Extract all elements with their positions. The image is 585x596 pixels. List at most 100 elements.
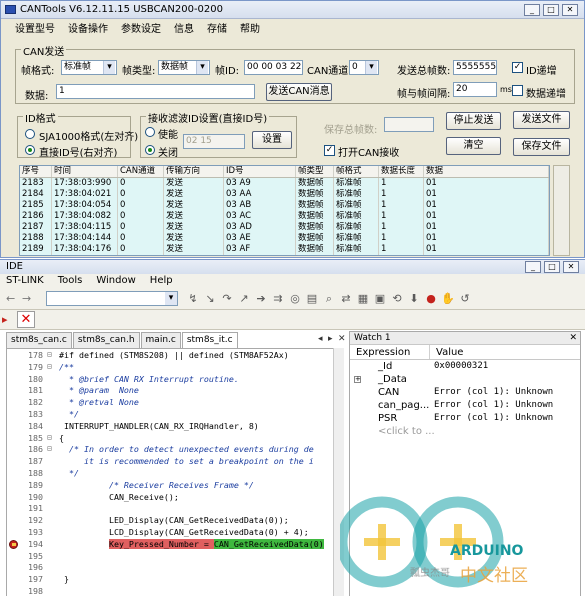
menu-item-storage[interactable]: 存储 xyxy=(207,20,227,35)
step-over-icon[interactable]: ↷ xyxy=(220,292,234,306)
watch-row[interactable]: _Id 0x00000321 xyxy=(350,360,580,373)
break-icon[interactable]: ✋ xyxy=(441,292,455,306)
data-increment-checkbox[interactable] xyxy=(512,85,523,96)
tab-stm8s-can-c[interactable]: stm8s_can.c xyxy=(6,332,72,348)
table-row[interactable]: 2189 17:38:04:176 0 发送 03 AF 数据帧 标准帧 1 01 xyxy=(20,244,549,255)
reset-icon[interactable]: ↺ xyxy=(458,292,472,306)
menu-item-help[interactable]: 帮助 xyxy=(240,20,260,35)
sja1000-format-radio[interactable] xyxy=(25,129,35,139)
watch-icon[interactable]: ◎ xyxy=(288,292,302,306)
menu-item-info[interactable]: 信息 xyxy=(174,20,194,35)
search-icon[interactable]: ⌕ xyxy=(322,292,336,306)
table-header-cell[interactable]: 序号 xyxy=(20,166,52,177)
tab-scroll-right-icon[interactable]: ▸ xyxy=(328,334,333,344)
filter-enable-radio[interactable] xyxy=(145,127,155,137)
fold-toggle-icon[interactable]: ⊟ xyxy=(47,349,57,362)
fold-toggle-icon[interactable]: ⊟ xyxy=(47,443,57,456)
table-row[interactable]: 219017:38:04:2090发送03 B0数据帧标准帧101 xyxy=(20,255,549,256)
open-can-receive-checkbox[interactable]: ✓ xyxy=(324,145,335,156)
back-icon[interactable]: ← xyxy=(6,292,15,305)
memory-icon[interactable]: ▤ xyxy=(305,292,319,306)
fold-toggle-icon[interactable]: ⊟ xyxy=(47,361,57,374)
arrow-icon[interactable]: ▸ xyxy=(2,311,14,328)
tab-main-c[interactable]: main.c xyxy=(140,332,181,348)
code-editor[interactable]: 178 ⊟ #if defined (STM8S208) || defined (S… xyxy=(6,348,344,596)
watch-row[interactable]: can_pag... Error (col 1): Unknown xyxy=(350,399,580,412)
expand-icon[interactable]: + xyxy=(354,376,361,383)
table-header-cell[interactable]: 数据长度 xyxy=(379,166,424,177)
filter-close-radio[interactable] xyxy=(145,145,155,155)
menu-item-tools[interactable]: Tools xyxy=(58,274,83,288)
stop-send-button[interactable]: 停止发送 xyxy=(446,112,501,130)
filter-id-input[interactable]: 02 15 xyxy=(183,134,245,149)
table-header-cell[interactable]: CAN通道 xyxy=(118,166,164,177)
step-into-icon[interactable]: ↘ xyxy=(203,292,217,306)
frame-id-input[interactable]: 00 00 03 22 xyxy=(244,60,303,75)
save-file-button[interactable]: 保存文件 xyxy=(513,138,570,156)
close-icon[interactable]: ✕ xyxy=(562,4,578,16)
table-header-cell[interactable]: 数据 xyxy=(424,166,549,177)
table-header-cell[interactable]: 帧格式 xyxy=(334,166,379,177)
download-icon[interactable]: ⬇ xyxy=(407,292,421,306)
code-scrollbar[interactable] xyxy=(333,348,344,596)
table-header-cell[interactable]: 时间 xyxy=(52,166,118,177)
tab-scroll-left-icon[interactable]: ◂ xyxy=(318,334,323,344)
step-icon[interactable]: ↯ xyxy=(186,292,200,306)
rebuild-icon[interactable]: ⟲ xyxy=(390,292,404,306)
tab-close-icon[interactable]: ✕ xyxy=(338,334,346,344)
table-row[interactable]: 2185 17:38:04:054 0 发送 03 AB 数据帧 标准帧 1 01 xyxy=(20,200,549,211)
build-icon[interactable]: ▣ xyxy=(373,292,387,306)
watch-close-icon[interactable]: ✕ xyxy=(569,332,577,345)
minimize-icon[interactable]: _ xyxy=(524,4,540,16)
table-row[interactable]: 2183 17:38:03:990 0 发送 03 A9 数据帧 标准帧 1 01 xyxy=(20,178,549,189)
data-input[interactable]: 1 xyxy=(56,84,255,99)
ide-minimize-icon[interactable]: _ xyxy=(525,261,541,273)
tab-stm8s-it-c[interactable]: stm8s_it.c xyxy=(181,332,238,348)
menu-item-model[interactable]: 设置型号 xyxy=(15,20,55,35)
stop-icon[interactable]: ✕ xyxy=(17,311,35,328)
table-header-cell[interactable]: ID号 xyxy=(224,166,296,177)
run-to-cursor-icon[interactable]: ➔ xyxy=(254,292,268,306)
ide-close-icon[interactable]: ✕ xyxy=(563,261,579,273)
table-row[interactable]: 2184 17:38:04:021 0 发送 03 AA 数据帧 标准帧 1 01 xyxy=(20,189,549,200)
forward-icon[interactable]: → xyxy=(22,292,31,305)
watch-row[interactable]: + _Data xyxy=(350,373,580,386)
make-icon[interactable]: ▦ xyxy=(356,292,370,306)
replace-icon[interactable]: ⇄ xyxy=(339,292,353,306)
step-out-icon[interactable]: ↗ xyxy=(237,292,251,306)
send-can-message-button[interactable]: 发送CAN消息 xyxy=(266,83,332,101)
watch-row[interactable]: CAN Error (col 1): Unknown xyxy=(350,386,580,399)
menu-item-device[interactable]: 设备操作 xyxy=(68,20,108,35)
maximize-icon[interactable]: □ xyxy=(543,4,559,16)
frame-type-select[interactable]: 数据帧 xyxy=(158,60,210,75)
ide-maximize-icon[interactable]: □ xyxy=(544,261,560,273)
menu-item-stlink[interactable]: ST-LINK xyxy=(6,274,44,288)
watch-row[interactable]: PSR Error (col 1): Unknown xyxy=(350,412,580,425)
fold-toggle-icon[interactable]: ⊟ xyxy=(47,432,57,445)
function-combo[interactable] xyxy=(46,291,178,306)
go-icon[interactable]: ⇉ xyxy=(271,292,285,306)
menu-item-help[interactable]: Help xyxy=(150,274,173,288)
interval-input[interactable]: 20 xyxy=(453,82,497,97)
send-file-button[interactable]: 发送文件 xyxy=(513,111,570,129)
table-scrollbar[interactable] xyxy=(553,165,570,256)
watch-row[interactable]: <click to ... xyxy=(350,425,580,438)
total-frames-input[interactable]: 555555555 xyxy=(453,60,497,75)
direct-id-radio[interactable] xyxy=(25,145,35,155)
save-frames-input[interactable] xyxy=(384,117,434,132)
frame-format-select[interactable]: 标准帧 xyxy=(61,60,117,75)
table-row[interactable]: 2186 17:38:04:082 0 发送 03 AC 数据帧 标准帧 1 01 xyxy=(20,211,549,222)
stop-debug-icon[interactable]: ● xyxy=(424,292,438,306)
table-header-cell[interactable]: 传输方向 xyxy=(164,166,224,177)
id-increment-checkbox[interactable]: ✓ xyxy=(512,62,523,73)
menu-item-params[interactable]: 参数设定 xyxy=(121,20,161,35)
breakpoint-icon[interactable] xyxy=(9,539,18,549)
filter-set-button[interactable]: 设置 xyxy=(252,131,292,149)
table-row[interactable]: 2187 17:38:04:115 0 发送 03 AD 数据帧 标准帧 1 01 xyxy=(20,222,549,233)
table-header-cell[interactable]: 帧类型 xyxy=(296,166,334,177)
can-channel-select[interactable]: 0 xyxy=(349,60,379,75)
tab-stm8s-can-h[interactable]: stm8s_can.h xyxy=(72,332,140,348)
menu-item-window[interactable]: Window xyxy=(96,274,135,288)
clear-button[interactable]: 清空 xyxy=(446,137,501,155)
table-row[interactable]: 2188 17:38:04:144 0 发送 03 AE 数据帧 标准帧 1 01 xyxy=(20,233,549,244)
